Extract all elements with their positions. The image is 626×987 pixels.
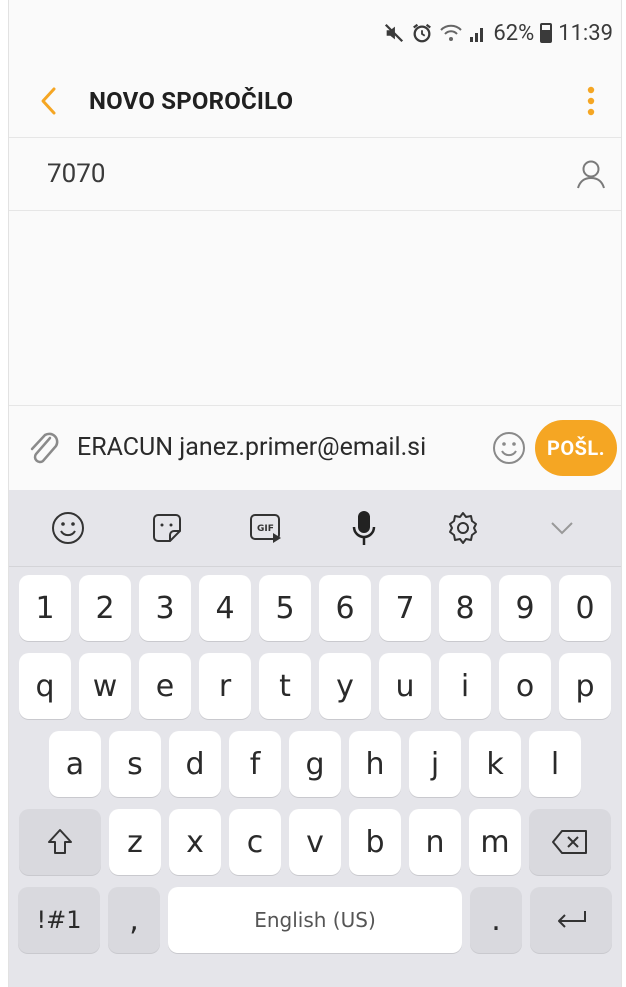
page-title: NOVO SPOROČILO — [89, 87, 294, 115]
app-frame: 62% 11:39 NOVO SPOROČILO ERACUN janez.pr… — [8, 0, 622, 987]
contacts-button[interactable] — [562, 138, 621, 210]
shift-icon — [48, 829, 72, 854]
key-t[interactable]: t — [259, 653, 311, 719]
key-l[interactable]: l — [529, 731, 581, 797]
paperclip-icon — [30, 432, 59, 463]
key-i[interactable]: i — [439, 653, 491, 719]
gif-icon: GIF — [249, 514, 281, 543]
key-5[interactable]: 5 — [259, 575, 311, 641]
key-d[interactable]: d — [169, 731, 221, 797]
space-key[interactable]: English (US) — [168, 887, 462, 953]
gear-icon — [448, 512, 477, 544]
recipient-divider — [9, 210, 621, 211]
key-3[interactable]: 3 — [139, 575, 191, 641]
key-0[interactable]: 0 — [559, 575, 611, 641]
key-g[interactable]: g — [289, 731, 341, 797]
clock: 11:39 — [558, 20, 613, 46]
key-a[interactable]: a — [49, 731, 101, 797]
key-rows: 1 2 3 4 5 6 7 8 9 0 q w e r t y u i o p … — [9, 567, 621, 953]
period-key[interactable]: . — [470, 887, 522, 953]
number-row: 1 2 3 4 5 6 7 8 9 0 — [15, 575, 615, 641]
phone-screen: 62% 11:39 NOVO SPOROČILO ERACUN janez.pr… — [0, 0, 626, 987]
key-x[interactable]: x — [169, 809, 221, 875]
key-c[interactable]: c — [229, 809, 281, 875]
keyboard-toolbar: GIF — [9, 490, 621, 567]
app-header: NOVO SPOROČILO — [9, 66, 621, 136]
signal-icon — [469, 23, 487, 43]
key-f[interactable]: f — [229, 731, 281, 797]
key-v[interactable]: v — [289, 809, 341, 875]
letter-row-2: a s d f g h j k l — [15, 731, 615, 797]
key-2[interactable]: 2 — [79, 575, 131, 641]
wifi-icon — [439, 22, 463, 44]
message-input[interactable]: ERACUN janez.primer@email.si — [77, 433, 483, 462]
send-button[interactable]: POŠL. — [535, 419, 617, 476]
bottom-row: !#1 , English (US) . — [15, 887, 615, 953]
backspace-key[interactable] — [529, 809, 611, 875]
enter-icon — [558, 911, 586, 928]
more-vert-icon — [587, 86, 595, 116]
key-y[interactable]: y — [319, 653, 371, 719]
key-k[interactable]: k — [469, 731, 521, 797]
chevron-left-icon — [41, 87, 56, 115]
gif-button[interactable]: GIF — [236, 498, 296, 558]
battery-percent: 62% — [493, 20, 535, 46]
key-w[interactable]: w — [79, 653, 131, 719]
letter-row-1: q w e r t y u i o p — [15, 653, 615, 719]
key-1[interactable]: 1 — [19, 575, 71, 641]
back-button[interactable] — [9, 66, 89, 136]
key-s[interactable]: s — [109, 731, 161, 797]
key-6[interactable]: 6 — [319, 575, 371, 641]
mute-icon — [383, 22, 405, 44]
letter-row-3: z x c v b n m — [15, 809, 615, 875]
emoji-button[interactable] — [483, 431, 535, 465]
key-z[interactable]: z — [109, 809, 161, 875]
collapse-toolbar-button[interactable] — [532, 498, 592, 558]
key-r[interactable]: r — [199, 653, 251, 719]
sticker-button[interactable] — [137, 498, 197, 558]
key-9[interactable]: 9 — [499, 575, 551, 641]
smiley-icon — [493, 431, 525, 464]
key-8[interactable]: 8 — [439, 575, 491, 641]
recipient-input[interactable] — [9, 159, 562, 189]
key-4[interactable]: 4 — [199, 575, 251, 641]
smiley-icon — [52, 512, 85, 544]
chevron-down-icon — [550, 522, 573, 535]
attach-button[interactable] — [9, 408, 77, 488]
message-composer: ERACUN janez.primer@email.si POŠL. — [9, 405, 621, 489]
shift-key[interactable] — [19, 809, 101, 875]
key-q[interactable]: q — [19, 653, 71, 719]
backspace-icon — [552, 830, 587, 854]
key-m[interactable]: m — [469, 809, 521, 875]
key-j[interactable]: j — [409, 731, 461, 797]
battery-icon — [540, 23, 553, 43]
key-h[interactable]: h — [349, 731, 401, 797]
person-icon — [577, 160, 606, 189]
keyboard: GIF 1 2 3 4 5 6 7 8 9 0 q w e r t y u i … — [9, 490, 621, 987]
enter-key[interactable] — [530, 887, 612, 953]
keyboard-settings-button[interactable] — [433, 498, 493, 558]
key-u[interactable]: u — [379, 653, 431, 719]
key-p[interactable]: p — [559, 653, 611, 719]
recipient-row — [9, 138, 621, 210]
status-bar: 62% 11:39 — [9, 0, 621, 66]
key-b[interactable]: b — [349, 809, 401, 875]
sticker-icon — [152, 514, 181, 542]
symbols-key[interactable]: !#1 — [18, 887, 100, 953]
key-e[interactable]: e — [139, 653, 191, 719]
emoji-keyboard-button[interactable] — [38, 498, 98, 558]
voice-input-button[interactable] — [334, 498, 394, 558]
svg-text:GIF: GIF — [257, 524, 274, 534]
key-7[interactable]: 7 — [379, 575, 431, 641]
more-options-button[interactable] — [561, 66, 621, 136]
comma-key[interactable]: , — [108, 887, 160, 953]
key-n[interactable]: n — [409, 809, 461, 875]
alarm-icon — [411, 22, 433, 44]
microphone-icon — [353, 511, 376, 545]
key-o[interactable]: o — [499, 653, 551, 719]
